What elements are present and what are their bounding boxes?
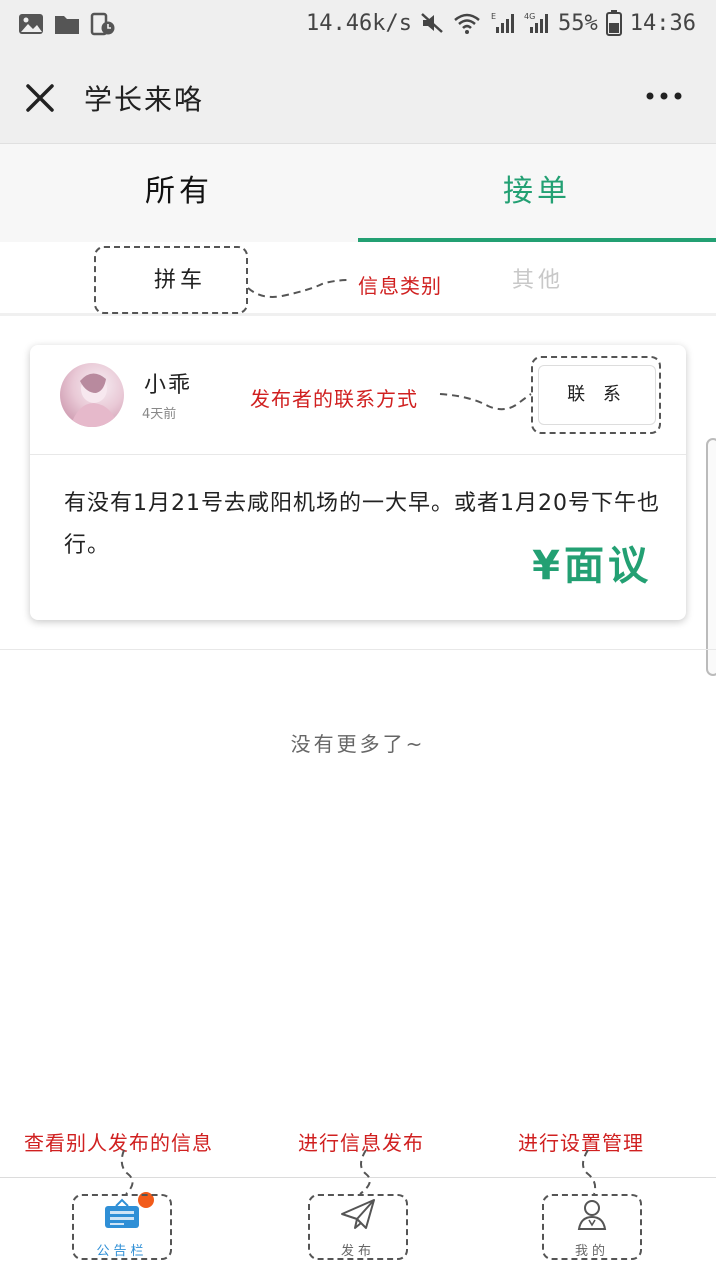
clock-icon <box>90 12 115 36</box>
folder-icon <box>55 16 79 34</box>
side-drawer-handle[interactable] <box>706 438 716 676</box>
battery-percent: 55% <box>558 10 598 36</box>
nav-bar: 学长来咯 <box>0 52 716 144</box>
svg-text:E: E <box>491 12 496 21</box>
category-highlight-box <box>94 246 248 314</box>
wifi-icon <box>454 13 480 34</box>
signal-e-icon: E <box>491 12 515 33</box>
image-icon <box>19 14 43 34</box>
annotation-publish: 进行信息发布 <box>298 1131 424 1155</box>
tab-publish-highlight-box <box>308 1194 408 1260</box>
annotation-view-others: 查看别人发布的信息 <box>24 1131 213 1155</box>
svg-text:4G: 4G <box>524 12 535 21</box>
tab-orders[interactable]: 接单 <box>358 144 716 242</box>
net-speed: 14.46k/s <box>306 10 413 36</box>
annotation-contact: 发布者的联系方式 <box>250 387 418 411</box>
status-bar: 14.46k/s E 4G 55% 14:36 <box>0 0 716 52</box>
clock-time: 14:36 <box>629 10 696 36</box>
tab-all[interactable]: 所有 <box>0 144 358 242</box>
subcategory-other[interactable]: 其他 <box>512 262 564 294</box>
post-time: 4天前 <box>142 407 177 422</box>
tab-mine-highlight-box <box>542 1194 642 1260</box>
annotation-category: 信息类别 <box>358 274 442 298</box>
list-divider <box>0 649 716 650</box>
poster-name: 小乖 <box>144 373 193 398</box>
tab-bulletin-highlight-box <box>72 1194 172 1260</box>
status-left-icons <box>18 12 116 36</box>
page-title: 学长来咯 <box>84 83 205 116</box>
signal-4g-icon: 4G <box>524 12 549 33</box>
mute-icon <box>421 13 443 33</box>
avatar-image <box>70 373 118 427</box>
more-icon[interactable] <box>644 86 684 106</box>
annotation-settings: 进行设置管理 <box>518 1131 644 1155</box>
status-right: 14.46k/s E 4G 55% 14:36 <box>306 10 696 36</box>
contact-highlight-box <box>531 356 661 434</box>
top-tabs: 所有 接单 <box>0 144 716 242</box>
post-price: ¥面议 <box>532 543 652 589</box>
battery-icon <box>605 10 622 36</box>
close-icon[interactable] <box>20 78 60 118</box>
list-end-text: 没有更多了~ <box>290 732 426 756</box>
avatar <box>60 363 124 427</box>
